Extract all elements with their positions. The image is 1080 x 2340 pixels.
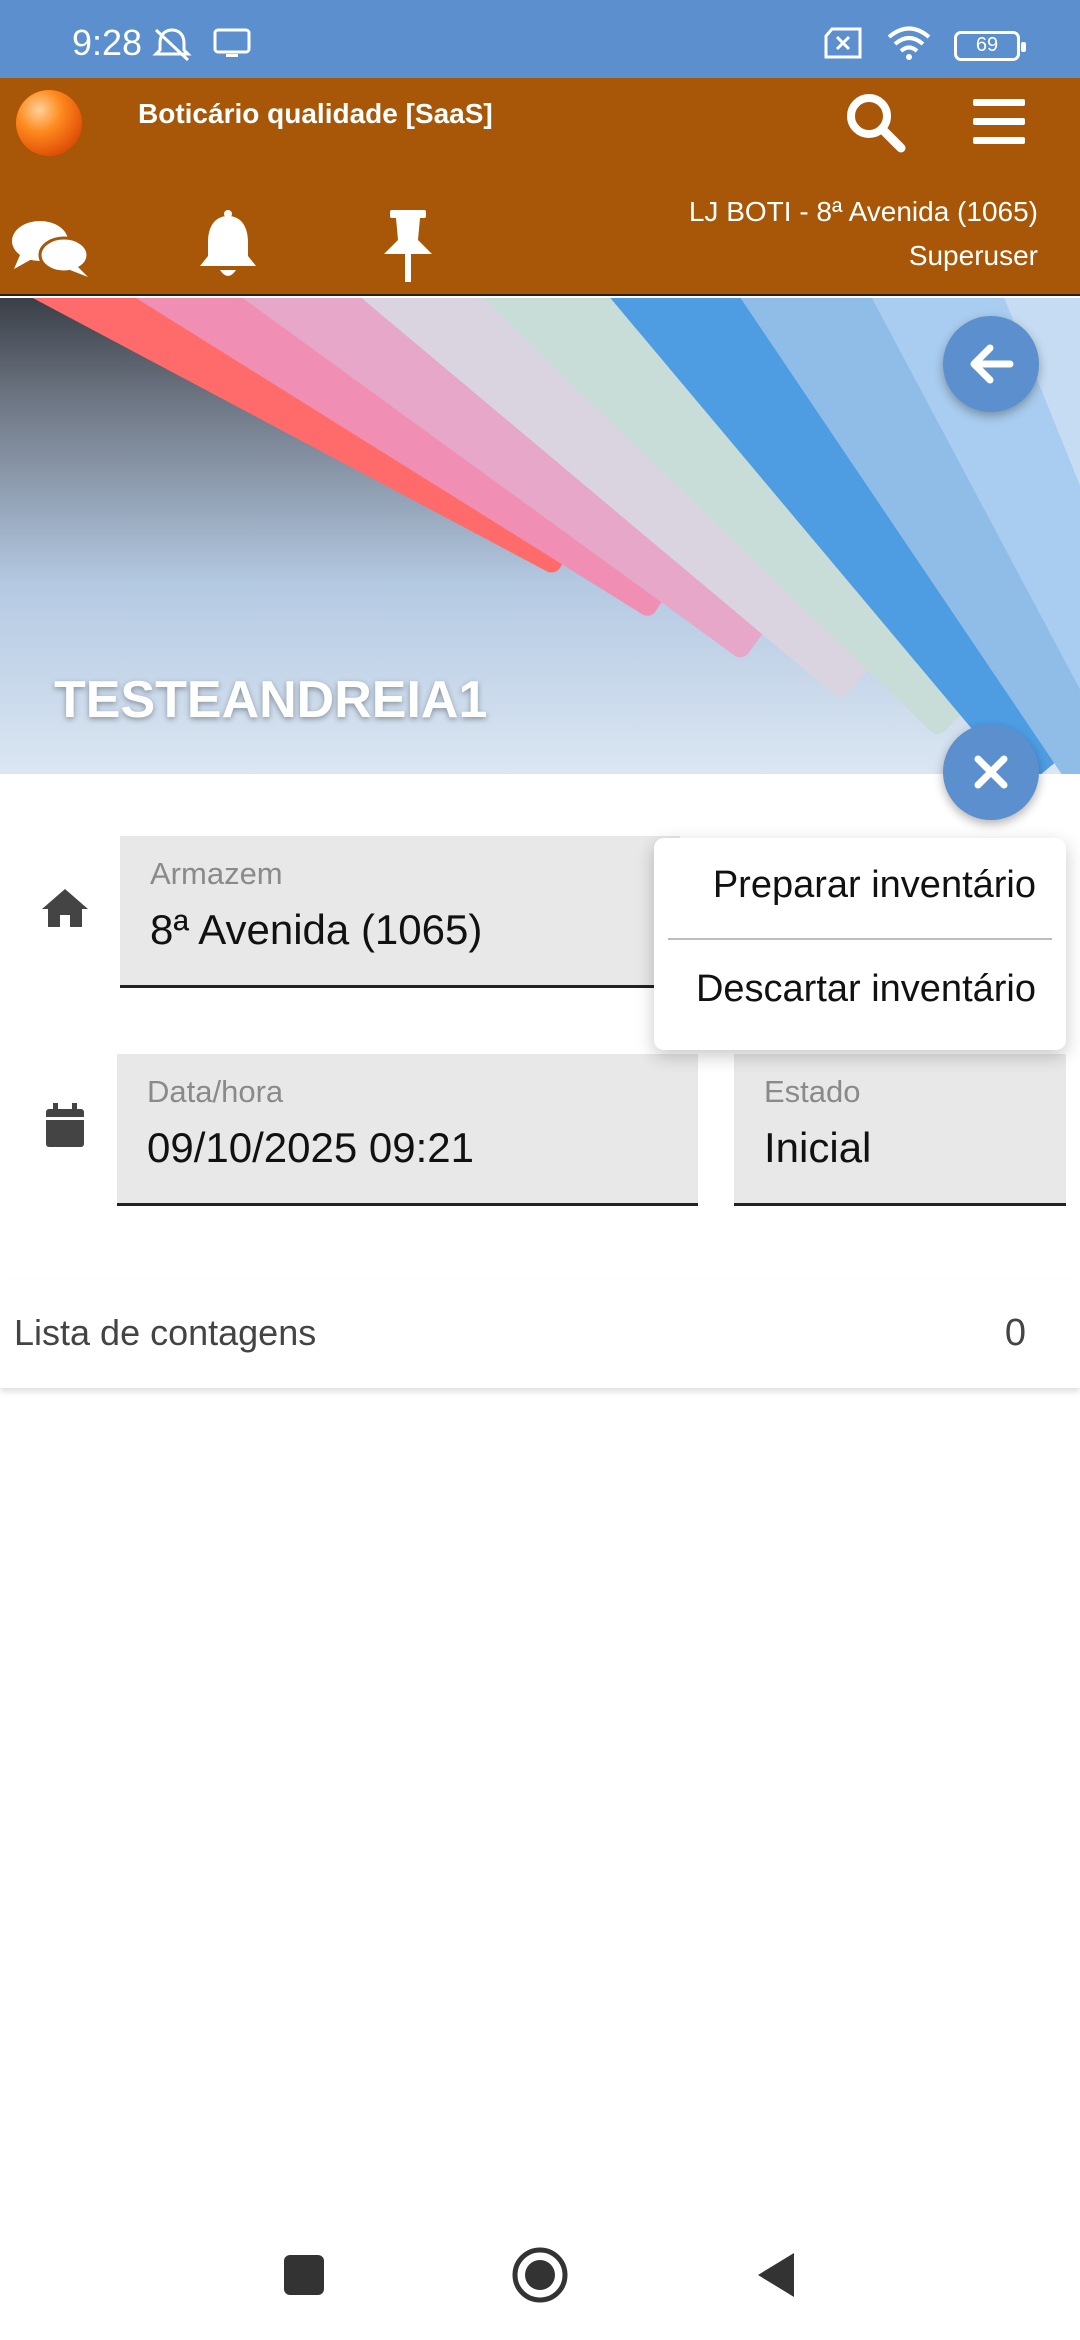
store-info: LJ BOTI - 8ª Avenida (1065) Superuser xyxy=(689,190,1038,278)
app-logo xyxy=(16,90,82,156)
menu-divider xyxy=(668,938,1052,940)
close-icon xyxy=(974,755,1008,789)
search-button[interactable] xyxy=(830,82,920,162)
counts-label: Lista de contagens xyxy=(14,1312,317,1353)
counts-list-header[interactable]: Lista de contagens 0 xyxy=(0,1280,1080,1388)
inventory-title: TESTEANDREIA1 xyxy=(54,671,488,729)
warehouse-value: 8ª Avenida (1065) xyxy=(150,906,483,953)
cast-icon xyxy=(212,26,252,67)
user-name: Superuser xyxy=(908,240,1038,271)
bell-icon xyxy=(200,210,256,276)
notifications-button[interactable] xyxy=(178,196,278,296)
wifi-icon xyxy=(886,26,932,65)
mute-alarm-icon xyxy=(150,26,194,67)
app-header: Boticário qualidade [SaaS] LJ BOTI - 8ª … xyxy=(0,78,1080,296)
sim-error-icon xyxy=(822,26,864,65)
app-title: Boticário qualidade [SaaS] xyxy=(138,98,493,129)
battery-icon: 69 xyxy=(954,30,1026,61)
status-icons-left xyxy=(150,26,252,67)
pinned-button[interactable] xyxy=(358,196,458,296)
square-icon xyxy=(284,2255,324,2295)
prepare-inventory-item[interactable]: Preparar inventário xyxy=(713,864,1036,907)
calendar-icon xyxy=(40,1100,90,1150)
state-field[interactable]: Estado Inicial xyxy=(734,1054,1066,1206)
datetime-value: 09/10/2025 09:21 xyxy=(147,1124,474,1171)
counts-value: 0 xyxy=(1004,1312,1026,1354)
status-time: 9:28 xyxy=(72,22,143,63)
datetime-field[interactable]: Data/hora 09/10/2025 09:21 xyxy=(117,1054,698,1206)
state-value: Inicial xyxy=(764,1124,872,1171)
chat-button[interactable] xyxy=(0,198,100,298)
hamburger-menu-icon xyxy=(973,99,1025,144)
pin-icon xyxy=(384,210,432,282)
battery-level: 69 xyxy=(975,34,999,56)
home-icon xyxy=(40,882,90,932)
back-button[interactable] xyxy=(943,316,1039,412)
state-label: Estado xyxy=(764,1074,861,1109)
nav-recents-button[interactable] xyxy=(264,2240,344,2310)
nav-home-button[interactable] xyxy=(500,2240,580,2310)
close-menu-button[interactable] xyxy=(943,724,1039,820)
banner-image: TESTEANDREIA1 xyxy=(0,298,1080,774)
discard-inventory-item[interactable]: Descartar inventário xyxy=(696,968,1036,1011)
arrow-left-icon xyxy=(970,344,1014,384)
datetime-label: Data/hora xyxy=(147,1074,284,1109)
actions-popup-menu: Preparar inventário Descartar inventário xyxy=(654,838,1066,1050)
search-icon xyxy=(847,94,906,153)
status-bar: 9:28 69 xyxy=(0,0,1080,78)
warehouse-field[interactable]: Armazem 8ª Avenida (1065) xyxy=(120,836,680,988)
warehouse-label: Armazem xyxy=(150,856,283,891)
chat-bubbles-icon xyxy=(12,221,90,277)
triangle-back-icon xyxy=(758,2253,794,2297)
store-name: LJ BOTI - 8ª Avenida (1065) xyxy=(688,196,1038,227)
circle-home-icon xyxy=(512,2247,568,2303)
status-icons-right: 69 xyxy=(822,26,1026,65)
menu-button[interactable] xyxy=(954,82,1044,162)
nav-back-button[interactable] xyxy=(736,2240,816,2310)
